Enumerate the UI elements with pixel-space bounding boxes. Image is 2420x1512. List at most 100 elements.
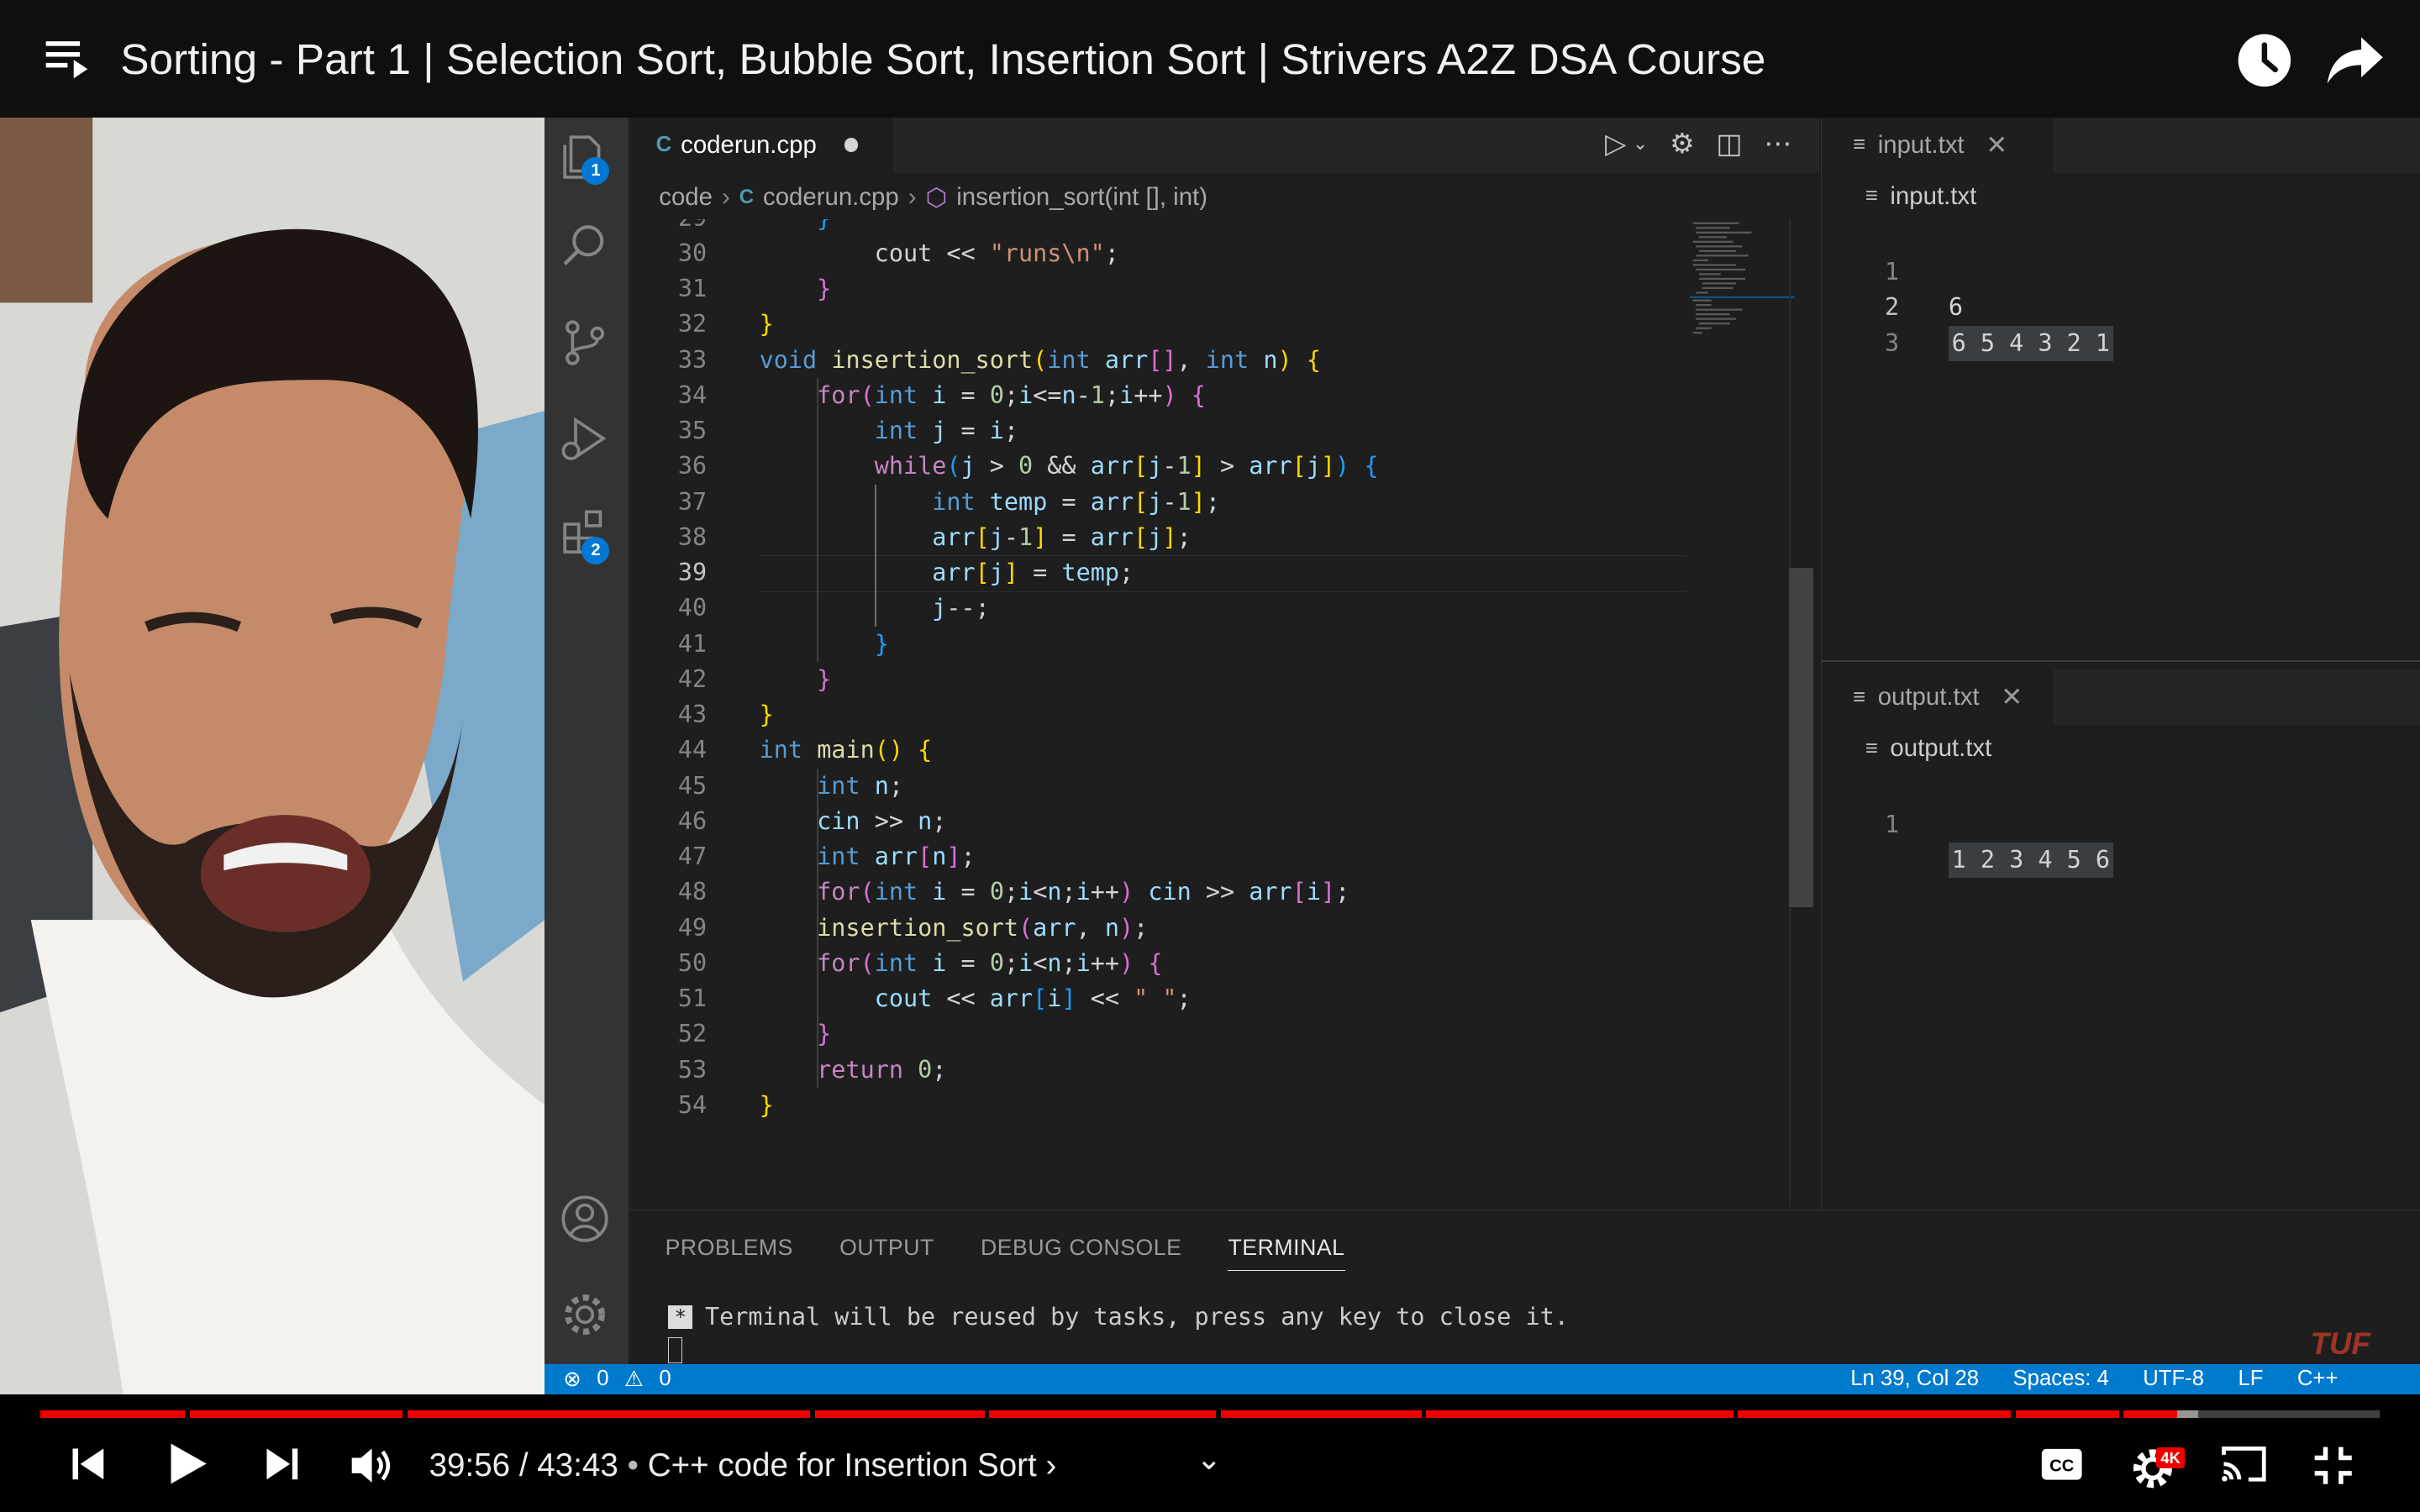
code-line[interactable]: 52 } [629,1016,1693,1052]
code-area[interactable]: 29 }30 cout << "runs\n";31 }32}33void in… [629,219,1817,1210]
input-line[interactable]: 2 6 5 4 3 2 1 [1822,255,2420,361]
cast-icon[interactable] [2219,1444,2269,1484]
status-eol[interactable]: LF [2238,1367,2263,1391]
exit-fullscreen-icon[interactable] [2312,1444,2354,1487]
source-control-icon[interactable] [557,315,613,370]
code-line[interactable]: 37 int temp = arr[j-1]; [629,485,1693,520]
captions-icon[interactable]: CC [2040,1447,2083,1481]
code-line[interactable]: 45 int n; [629,769,1693,804]
run-debug-icon[interactable] [557,411,613,466]
code-line[interactable]: 30 cout << "runs\n"; [629,236,1693,271]
input-line[interactable]: 1 6 [1822,219,2420,321]
text-file-icon: ≡ [1865,184,1878,208]
close-icon[interactable]: ✕ [2001,682,2023,712]
video-title[interactable]: Sorting - Part 1 | Selection Sort, Bubbl… [120,34,1765,84]
next-icon[interactable] [262,1444,302,1484]
share-icon[interactable] [2324,31,2386,90]
run-icon[interactable]: ▷ [1605,127,1626,160]
code-line[interactable]: 44 int main() { [629,732,1693,768]
split-editor-icon[interactable]: ◫ [1716,127,1742,160]
code-line[interactable]: 53 return 0; [629,1053,1693,1088]
search-icon[interactable] [557,219,613,275]
progress-bar[interactable] [39,1410,2381,1418]
line-number: 51 [677,984,708,1013]
line-number: 30 [677,239,708,267]
tab-input-txt[interactable]: ≡ input.txt ✕ [1822,117,2054,173]
close-icon[interactable]: ✕ [1986,130,2007,160]
terminal-output[interactable]: * Terminal will be reused by tasks, pres… [668,1303,1569,1331]
tab-coderun-cpp[interactable]: C coderun.cpp [628,117,894,173]
tab-terminal[interactable]: TERMINAL [1228,1235,1345,1272]
account-icon[interactable] [557,1191,613,1247]
more-actions-icon[interactable]: ⋯ [1764,127,1791,160]
code-line[interactable]: 48 for(int i = 0;i<n;i++) cin >> arr[i]; [629,874,1693,910]
code-text: arr[j] = temp; [932,559,1134,587]
chevron-down-icon[interactable]: ⌄ [1196,1441,1222,1477]
code-line[interactable]: 42 } [629,662,1693,697]
previous-icon[interactable] [68,1444,108,1484]
minimap[interactable] [1690,219,1796,374]
chevron-right-icon: › [908,183,917,212]
tab-debug-console[interactable]: DEBUG CONSOLE [981,1235,1181,1271]
status-right-items: Ln 39, Col 28 Spaces: 4 UTF-8 LF C++ [1850,1367,2338,1391]
code-text: } [817,664,832,693]
time-current: 39:56 [429,1446,511,1483]
output-breadcrumb-file[interactable]: output.txt [1890,734,1991,763]
code-line[interactable]: 46 cin >> n; [629,804,1693,839]
code-line[interactable]: 41 } [629,627,1693,662]
watch-later-icon[interactable] [2235,31,2294,90]
line-number: 49 [677,913,708,942]
gear-icon[interactable]: ⚙ [1670,127,1695,160]
line-number: 48 [677,878,708,906]
chevron-right-icon[interactable]: › [1045,1447,1056,1483]
code-line[interactable]: 33 void insertion_sort(int arr[], int n) … [629,343,1693,378]
time-total: 43:43 [537,1446,618,1483]
chevron-down-icon[interactable]: ⌄ [1633,133,1648,160]
status-indentation[interactable]: Spaces: 4 [2013,1367,2109,1391]
status-encoding[interactable]: UTF-8 [2143,1367,2204,1391]
code-text: } [874,629,889,658]
settings-gear-icon[interactable] [557,1287,613,1342]
video-frame[interactable]: 1 2 C coderun.cpp ▷ ⌄ ⚙ ◫ ⋯ code › C cod… [0,117,2420,1395]
code-line[interactable]: 50 for(int i = 0;i<n;i++) { [629,946,1693,981]
panel-divider[interactable] [1822,660,2420,662]
code-line[interactable]: 32} [629,307,1693,342]
status-cursor-position[interactable]: Ln 39, Col 28 [1850,1367,1979,1391]
status-language[interactable]: C++ [2297,1367,2338,1391]
code-line[interactable]: 35 int j = i; [629,413,1693,449]
chapter-title[interactable]: C++ code for Insertion Sort [648,1447,1037,1483]
code-line[interactable]: 47 int arr[n]; [629,839,1693,874]
input-breadcrumb-file[interactable]: input.txt [1890,182,1976,211]
quality-badge: 4K [2155,1446,2186,1469]
breadcrumb-folder[interactable]: code [659,183,713,212]
code-line[interactable]: 34 for(int i = 0;i<=n-1;i++) { [629,378,1693,413]
code-line[interactable]: 36 while(j > 0 && arr[j-1] > arr[j]) { [629,449,1693,484]
unsaved-dot-icon[interactable] [844,138,859,152]
code-line[interactable]: 43} [629,697,1693,732]
output-line[interactable]: 1 1 2 3 4 5 6 [1822,771,2420,879]
code-line[interactable]: 31 } [629,271,1693,307]
code-line[interactable]: 49 insertion_sort(arr, n); [629,911,1693,946]
code-text: } [760,219,831,236]
code-text: for(int i = 0;i<=n-1;i++) { [817,381,1206,409]
side-editor-group: ≡ input.txt ✕ ≡ input.txt 1 6 2 6 5 4 3 … [1821,117,2420,1210]
breadcrumb-symbol[interactable]: insertion_sort(int [], int) [956,183,1207,212]
editor-scrollbar[interactable] [1788,567,1814,907]
tab-output-txt[interactable]: ≡ output.txt ✕ [1822,669,2054,726]
code-line[interactable]: 51 cout << arr[i] << " "; [629,981,1693,1016]
code-line[interactable]: 38 arr[j-1] = arr[j]; [629,520,1693,555]
output-breadcrumb: ≡ output.txt [1865,734,1992,763]
tab-output[interactable]: OUTPUT [839,1235,934,1271]
volume-icon[interactable] [349,1444,395,1487]
input-tab-label: input.txt [1877,130,1965,159]
code-line[interactable]: 40 j--; [629,591,1693,626]
code-line[interactable]: 54} [629,1088,1693,1123]
code-line[interactable]: 29 } [629,219,1693,236]
tab-problems[interactable]: PROBLEMS [666,1235,793,1271]
play-icon[interactable] [166,1441,209,1487]
code-line[interactable]: 39 arr[j] = temp; [629,555,1693,591]
playlist-icon[interactable] [43,34,92,83]
input-line[interactable]: 3 [1822,290,2420,357]
breadcrumb-file[interactable]: coderun.cpp [763,183,899,212]
status-problems[interactable]: ⊗ 0 ⚠ 0 [563,1367,671,1392]
